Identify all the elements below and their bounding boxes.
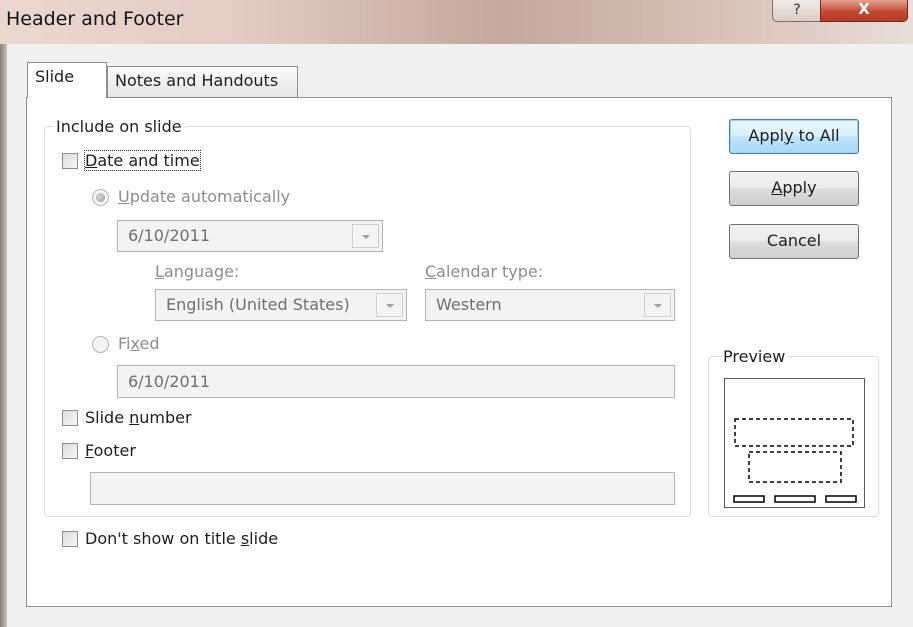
apply-label-rest: pply [782, 178, 817, 197]
date-time-label[interactable]: Date and time [84, 150, 201, 171]
apply-to-all-button[interactable]: Apply to All [729, 119, 859, 154]
close-icon: X [858, 0, 870, 18]
preview-number-placeholder [825, 495, 857, 503]
dont-show-on-title-slide-checkbox[interactable] [62, 531, 78, 547]
language-mnemonic: L [155, 262, 164, 281]
fixed-label-rest: ed [139, 334, 160, 353]
apply-mnemonic: A [771, 178, 783, 197]
calendar-mnemonic: C [425, 262, 437, 281]
close-button[interactable]: X [820, 0, 908, 22]
date-format-select[interactable]: 6/10/2011 [117, 220, 383, 252]
footer-label-rest: ooter [93, 441, 136, 460]
help-icon: ? [793, 2, 801, 18]
dont-show-label-rest: lide [249, 529, 279, 548]
tab-slide-label: Slide [35, 67, 75, 86]
slide-number-label[interactable]: Slide number [85, 408, 192, 427]
language-label: Language: [155, 262, 239, 281]
language-label-rest: anguage: [163, 262, 240, 281]
date-time-label-rest: ate and time [97, 151, 200, 170]
language-value: English (United States) [166, 295, 350, 314]
preview-date-placeholder [733, 495, 765, 503]
calendar-type-select[interactable]: Western [425, 289, 675, 321]
cancel-label: Cancel [766, 231, 822, 250]
fixed-label: Fixed [118, 334, 159, 353]
update-automatically-radio[interactable] [92, 189, 109, 206]
slide-number-label-rest: umber [139, 408, 192, 427]
include-on-slide-label: Include on slide [53, 117, 185, 136]
radio-selected-dot [96, 193, 105, 202]
preview-body-placeholder [748, 451, 842, 483]
header-footer-dialog: Header and Footer ? X Slide Notes and Ha… [0, 0, 913, 627]
fixed-radio[interactable] [92, 336, 109, 353]
cancel-button[interactable]: Cancel [729, 224, 859, 259]
chevron-down-icon[interactable] [352, 224, 379, 248]
include-on-slide-group [44, 126, 691, 517]
fixed-label-prefix: Fi [118, 334, 131, 353]
chevron-down-icon[interactable] [644, 293, 671, 317]
apply-all-mnemonic: y [784, 126, 794, 145]
slide-number-checkbox[interactable] [62, 410, 78, 426]
date-time-checkbox[interactable] [62, 153, 78, 169]
slide-number-mnemonic: n [129, 408, 140, 427]
chevron-down-icon[interactable] [376, 293, 403, 317]
footer-mnemonic: F [85, 441, 94, 460]
dont-show-mnemonic: s [240, 529, 250, 548]
title-bar[interactable]: Header and Footer ? X [0, 0, 913, 44]
update-auto-mnemonic: U [118, 187, 130, 206]
preview-label: Preview [720, 347, 789, 366]
date-time-mnemonic: D [85, 151, 98, 170]
preview-title-placeholder [734, 418, 854, 447]
tab-slide[interactable]: Slide [27, 62, 107, 98]
preview-footer-placeholder [774, 495, 816, 503]
apply-all-label-prefix: Appl [748, 126, 785, 145]
footer-label[interactable]: Footer [85, 441, 136, 460]
dialog-title: Header and Footer [6, 8, 184, 30]
footer-checkbox[interactable] [62, 443, 78, 459]
slide-number-label-prefix: Slide [85, 408, 130, 427]
dont-show-on-title-slide-label[interactable]: Don't show on title slide [85, 529, 278, 548]
update-auto-label-rest: pdate automatically [129, 187, 291, 206]
calendar-type-label: Calendar type: [425, 262, 543, 281]
apply-all-label-rest: to All [793, 126, 840, 145]
language-select[interactable]: English (United States) [155, 289, 407, 321]
preview-layout-icon [733, 418, 857, 503]
window-frame-edge [0, 44, 7, 627]
fixed-date-value: 6/10/2011 [128, 372, 211, 391]
update-automatically-label: Update automatically [118, 187, 290, 206]
preview-slide-thumbnail [724, 378, 865, 508]
help-button[interactable]: ? [772, 0, 822, 22]
tab-notes-and-handouts[interactable]: Notes and Handouts [107, 66, 298, 97]
calendar-type-value: Western [436, 295, 502, 314]
footer-text-input[interactable] [90, 472, 675, 505]
tab-notes-label: Notes and Handouts [115, 71, 279, 90]
calendar-label-rest: alendar type: [436, 262, 544, 281]
dont-show-label-prefix: Don't show on title [85, 529, 241, 548]
date-format-value: 6/10/2011 [128, 226, 211, 245]
apply-button[interactable]: Apply [729, 171, 859, 206]
fixed-date-input[interactable]: 6/10/2011 [117, 365, 675, 398]
